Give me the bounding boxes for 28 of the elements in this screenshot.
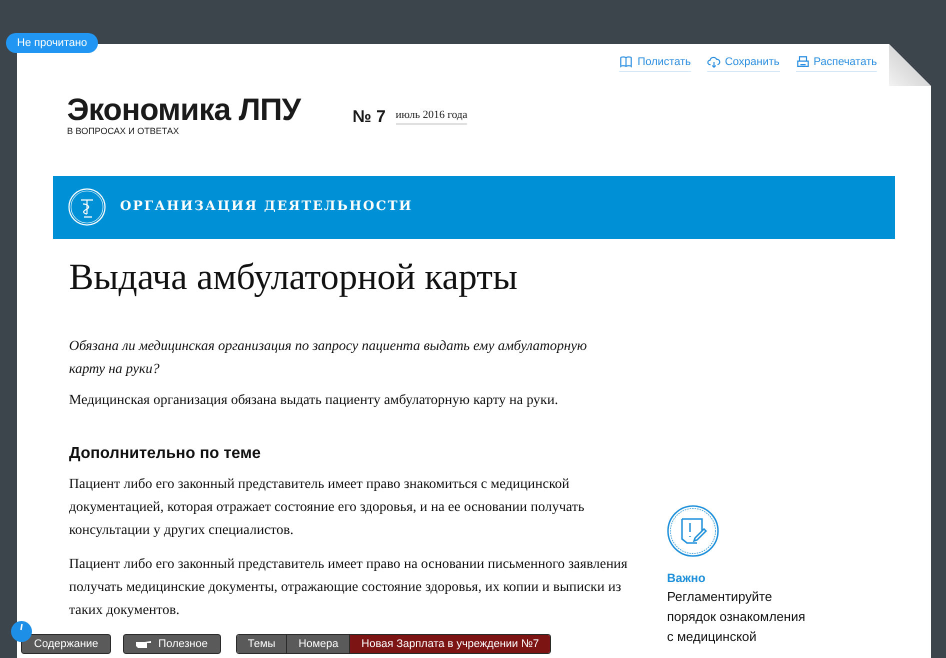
toolbar-link[interactable]: Полистать bbox=[619, 54, 691, 72]
medical-emblem-icon bbox=[68, 188, 106, 226]
question-text: Обязана ли медицинская организация по запросу пациента выдать ему амбулаторную карту на руки? bbox=[69, 338, 588, 378]
toolbar-tab[interactable]: Новая Зарплата в учреждении №7 bbox=[349, 635, 550, 653]
toolbar-tab[interactable]: Номера bbox=[286, 635, 350, 653]
issue-number: № 7 bbox=[352, 106, 386, 128]
section-title: ОРГАНИЗАЦИЯ ДЕЯТЕЛЬНОСТИ bbox=[120, 198, 413, 216]
answer-text: Медицинская организация обязана выдать пациенту амбулаторную карту на руки. bbox=[69, 392, 560, 410]
toolbar-link[interactable]: Сохранить bbox=[706, 54, 780, 72]
aside-label: Важно bbox=[667, 570, 706, 586]
note-exclamation-icon bbox=[667, 504, 719, 556]
body-paragraph: Пациент либо его законный представитель имеет право знакомиться с медицинской документацией, которая отражает состояние его здоровья, и на ее основании получать консультации у других специалистов. bbox=[69, 476, 586, 540]
subheading: Дополнительно по теме bbox=[69, 444, 262, 464]
logo-title: Экономика ЛПУ bbox=[67, 94, 301, 126]
toolbar-tab[interactable]: Темы bbox=[236, 635, 286, 653]
printer-icon bbox=[796, 55, 810, 70]
unread-badge: Не прочитано bbox=[6, 33, 98, 53]
book-icon bbox=[619, 55, 634, 70]
article-title: Выдача амбулаторной карты bbox=[69, 256, 519, 300]
toolbar-button[interactable]: Содержание bbox=[21, 634, 112, 654]
toolbar-link[interactable]: Распечатать bbox=[796, 54, 877, 72]
cloud-icon bbox=[706, 55, 721, 70]
body-paragraph: Пациент либо его законный представитель имеет право на основании письменного заявления получать медицинские документы, отражающие состояние здоровья, их копии и выписки из таких документов. bbox=[69, 556, 628, 620]
logo-subtitle: В ВОПРОСАХ И ОТВЕТАХ bbox=[67, 126, 180, 136]
issue-date: июль 2016 года bbox=[396, 106, 468, 125]
pointing-hand-icon bbox=[136, 640, 152, 648]
toolbar-button[interactable]: Полезное bbox=[123, 634, 221, 654]
aside-text: Регламентируйте порядок ознакомления с медицинской bbox=[667, 588, 806, 646]
